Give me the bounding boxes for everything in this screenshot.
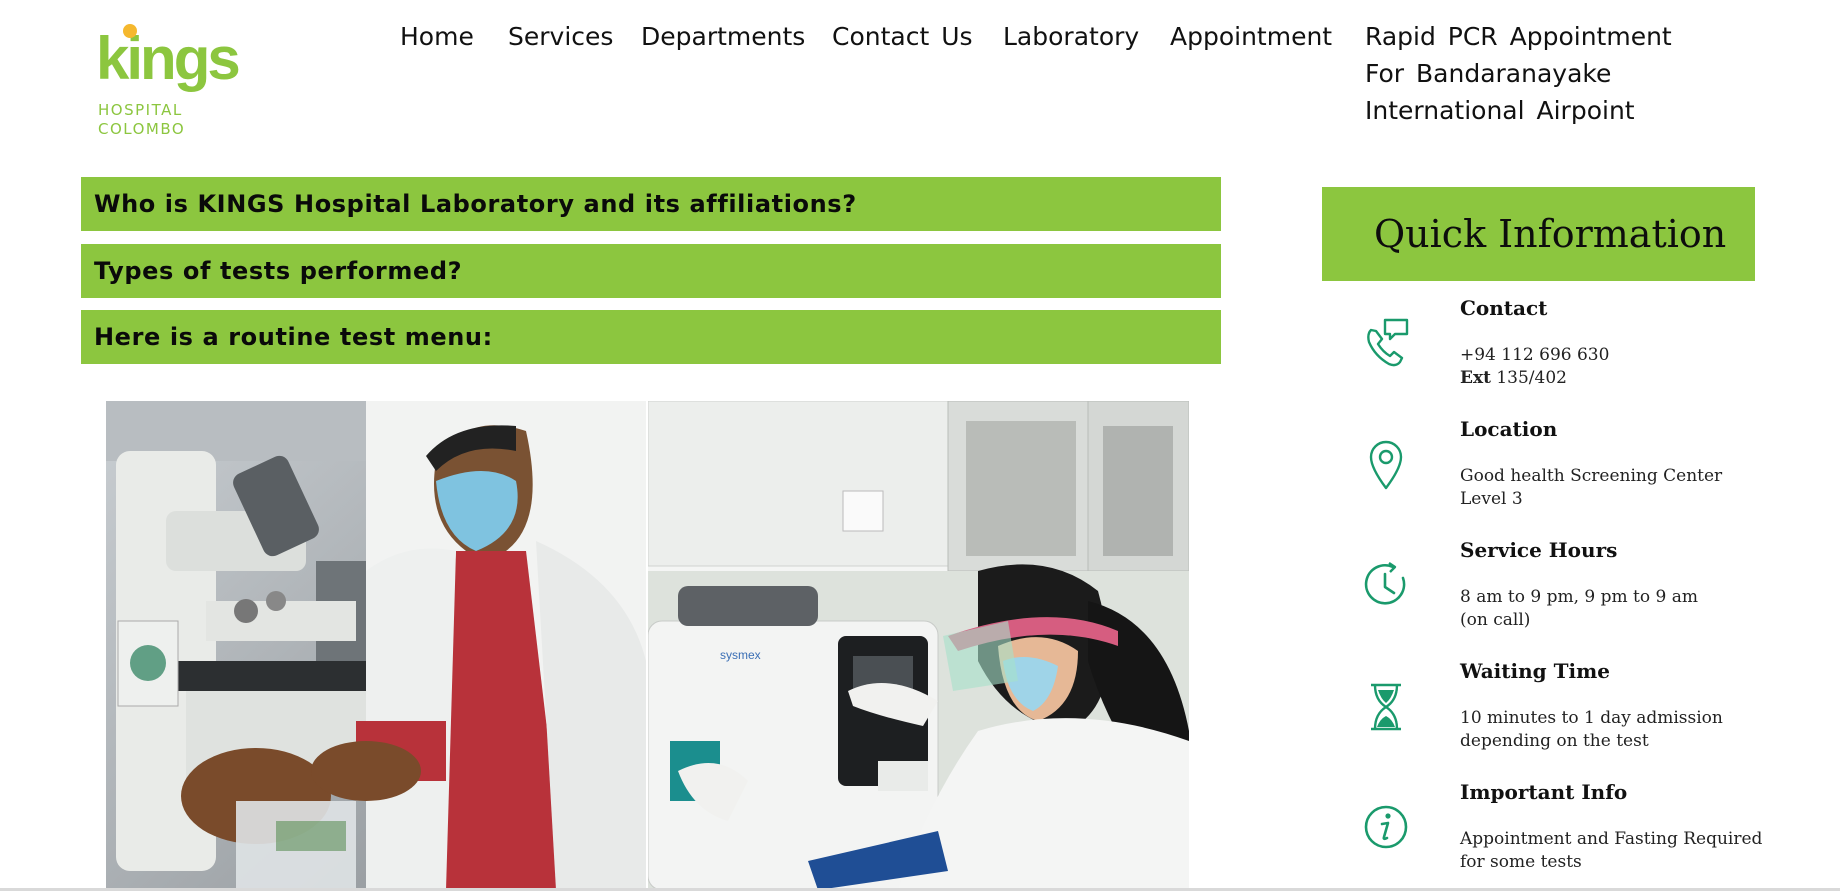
location-label: Location: [1460, 417, 1558, 441]
logo-subtitle-colombo: COLOMBO: [98, 120, 186, 138]
important-info-label: Important Info: [1460, 780, 1628, 804]
important-info-line1: Appointment and Fasting Required: [1460, 829, 1763, 849]
sysmex-brand-text: sysmex: [720, 648, 761, 662]
location-line1: Good health Screening Center: [1460, 466, 1723, 486]
service-hours-line2: (on call): [1460, 610, 1531, 630]
nav-appointment[interactable]: Appointment: [1170, 18, 1332, 55]
clock-icon: [1364, 562, 1406, 605]
hourglass-icon: [1371, 683, 1401, 731]
important-info-line2: for some tests: [1460, 852, 1582, 872]
waiting-time-label: Waiting Time: [1460, 659, 1610, 683]
logo-dot: [123, 24, 137, 38]
nav-rapid-pcr-appointment[interactable]: Rapid PCR Appointment For Bandaranayake …: [1365, 18, 1695, 129]
info-icon: [1364, 805, 1408, 849]
waiting-time-line1: 10 minutes to 1 day admission: [1460, 708, 1723, 728]
lab-microscope-photo: [106, 401, 646, 890]
nav-laboratory[interactable]: Laboratory: [1003, 18, 1139, 55]
nav-departments[interactable]: Departments: [641, 18, 805, 55]
location-line2: Level 3: [1460, 489, 1523, 509]
contact-label: Contact: [1460, 296, 1548, 320]
waiting-time-line2: depending on the test: [1460, 731, 1649, 751]
hospital-logo[interactable]: kings HOSPITAL COLOMBO: [96, 20, 241, 140]
logo-wordmark: kings: [96, 25, 241, 92]
lab-analyzer-photo: sysmex: [648, 401, 1189, 890]
quick-info-header: Quick Information: [1322, 187, 1755, 281]
quick-info-title: Quick Information: [1374, 212, 1727, 256]
nav-services[interactable]: Services: [508, 18, 613, 55]
logo-subtitle-hospital: HOSPITAL: [98, 101, 183, 119]
extension-label: Ext: [1460, 368, 1491, 388]
phone-chat-icon: [1367, 318, 1409, 367]
accordion-affiliations[interactable]: Who is KINGS Hospital Laboratory and its…: [81, 177, 1221, 231]
location-pin-icon: [1369, 440, 1403, 490]
accordion-routine-test-menu[interactable]: Here is a routine test menu:: [81, 310, 1221, 364]
extension-value: 135/402: [1496, 368, 1567, 388]
service-hours-label: Service Hours: [1460, 538, 1618, 562]
contact-phone[interactable]: +94 112 696 630: [1460, 344, 1609, 367]
nav-contact-us[interactable]: Contact Us: [832, 18, 973, 55]
nav-home[interactable]: Home: [400, 18, 474, 55]
service-hours-line1: 8 am to 9 pm, 9 pm to 9 am: [1460, 587, 1698, 607]
accordion-test-types[interactable]: Types of tests performed?: [81, 244, 1221, 298]
contact-extension: Ext 135/402: [1460, 367, 1567, 390]
